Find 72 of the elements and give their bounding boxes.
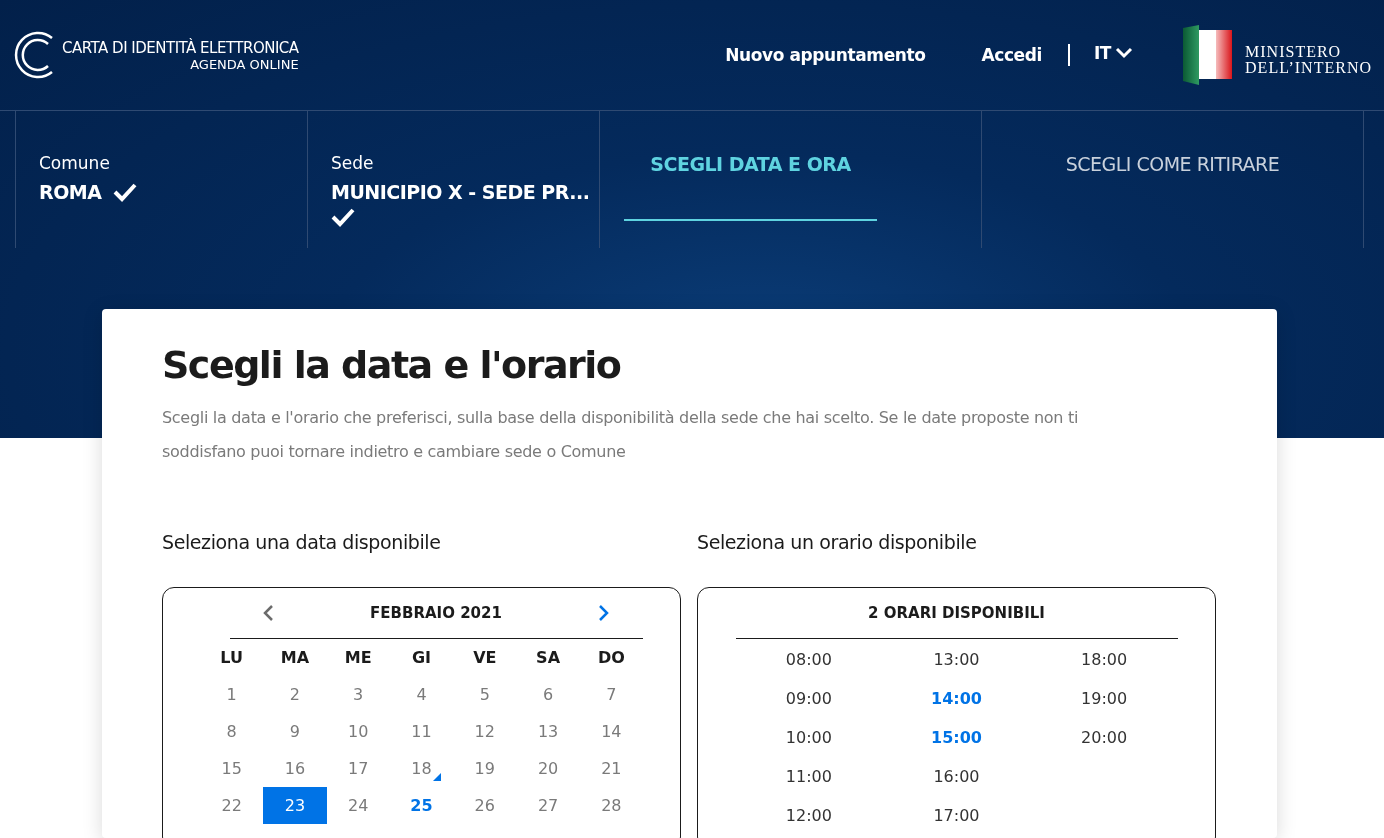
calendar-day[interactable]: 23 [263, 787, 327, 824]
checkmark-icon [113, 182, 138, 202]
time-slot[interactable]: 16:00 [882, 757, 1031, 796]
calendar-day[interactable]: 4 [389, 676, 454, 713]
chevron-down-icon [1115, 47, 1134, 59]
calendar-day[interactable]: 10 [326, 713, 390, 750]
calendar-day[interactable]: 7 [579, 676, 643, 713]
calendar-day[interactable]: 6 [516, 676, 580, 713]
step-label: Comune [39, 153, 111, 173]
weekday-label: SA [535, 647, 561, 669]
calendar-day[interactable]: 2 [263, 676, 327, 713]
calendar-day[interactable]: 17 [326, 750, 390, 787]
time-slot[interactable]: 08:00 [735, 640, 883, 679]
weekday-label: LU [219, 647, 244, 669]
calendar-day[interactable]: 3 [326, 676, 390, 713]
calendar-day[interactable]: 25 [389, 787, 454, 824]
weekday-label: ME [343, 647, 373, 669]
calendar-day[interactable]: 12 [453, 713, 517, 750]
time-slot[interactable]: 11:00 [735, 757, 883, 796]
calendar-day[interactable]: 19 [453, 750, 517, 787]
step-tab[interactable]: SCEGLI DATA E ORA [624, 153, 877, 221]
calendar-day[interactable]: 16 [263, 750, 327, 787]
calendar-day[interactable]: 14 [579, 713, 643, 750]
time-slot[interactable]: 17:00 [882, 796, 1031, 835]
weekday-label: GI [410, 647, 433, 669]
time-slot[interactable]: 15:00 [882, 718, 1031, 757]
logo-title: CARTA DI IDENTITÀ ELETTRONICA [62, 38, 299, 57]
time-slot[interactable]: 09:00 [735, 679, 883, 718]
calendar-day[interactable]: 9 [263, 713, 327, 750]
time-slot[interactable]: 20:00 [1030, 718, 1178, 757]
time-slot[interactable]: 13:00 [882, 640, 1031, 679]
calendar-day[interactable]: 26 [453, 787, 517, 824]
nav-link[interactable]: Nuovo appuntamento [725, 45, 926, 65]
calendar-day[interactable]: 28 [579, 787, 643, 824]
time-slot[interactable]: 19:00 [1030, 679, 1178, 718]
section-heading: Seleziona un orario disponibile [697, 531, 978, 555]
calendar-day[interactable]: 27 [516, 787, 580, 824]
calendar-day[interactable]: 1 [200, 676, 264, 713]
time-slot[interactable]: 12:00 [735, 796, 883, 835]
calendar-day[interactable]: 15 [200, 750, 264, 787]
weekday-label: VE [472, 647, 498, 669]
time-slot[interactable]: 14:00 [882, 679, 1031, 718]
step-label: Sede [331, 153, 375, 173]
section-heading: Seleziona una data disponibile [162, 531, 442, 555]
page-title: Scegli la data e l'orario [162, 343, 622, 387]
calendar-day[interactable]: 20 [516, 750, 580, 787]
calendar-day[interactable]: 8 [200, 713, 264, 750]
calendar-day[interactable]: 13 [516, 713, 580, 750]
language-selector[interactable]: IT [1093, 43, 1134, 63]
calendar-day[interactable]: 21 [579, 750, 643, 787]
calendar-day[interactable]: 18 [389, 750, 454, 787]
calendar-day[interactable]: 11 [389, 713, 454, 750]
slots-count-title: 2 ORARI DISPONIBILI [868, 604, 1045, 622]
page-description: Scegli la data e l'orario che preferisci, sulla base della disponibilità della sede che hai scelto. Se le date proposte non ti soddisfano puoi tornare indietro e cambiare sede o Comune [162, 407, 1080, 463]
calendar-day[interactable]: 5 [453, 676, 517, 713]
calendar-day[interactable]: 24 [326, 787, 390, 824]
weekday-label: MA [279, 647, 311, 669]
checkmark-icon [331, 207, 355, 227]
time-slot[interactable]: 10:00 [735, 718, 883, 757]
ministry-name: MINISTERO DELL’INTERNO [1245, 44, 1372, 76]
weekday-label: DO [596, 647, 626, 669]
month-title: FEBBRAIO 2021 [370, 604, 502, 622]
step-tab[interactable]: SCEGLI COME RITIRARE [1065, 153, 1280, 221]
step-value: ROMA [39, 181, 102, 203]
calendar-day[interactable]: 22 [200, 787, 264, 824]
logo-subtitle: AGENDA ONLINE [190, 56, 299, 72]
nav-link[interactable]: Accedi [981, 45, 1042, 65]
next-month-icon[interactable] [598, 604, 610, 622]
step-value: MUNICIPIO X - SEDE PR... [331, 181, 590, 203]
previous-month-icon[interactable] [262, 604, 274, 622]
time-slot[interactable]: 18:00 [1030, 640, 1178, 679]
flag-icon [1183, 25, 1234, 85]
